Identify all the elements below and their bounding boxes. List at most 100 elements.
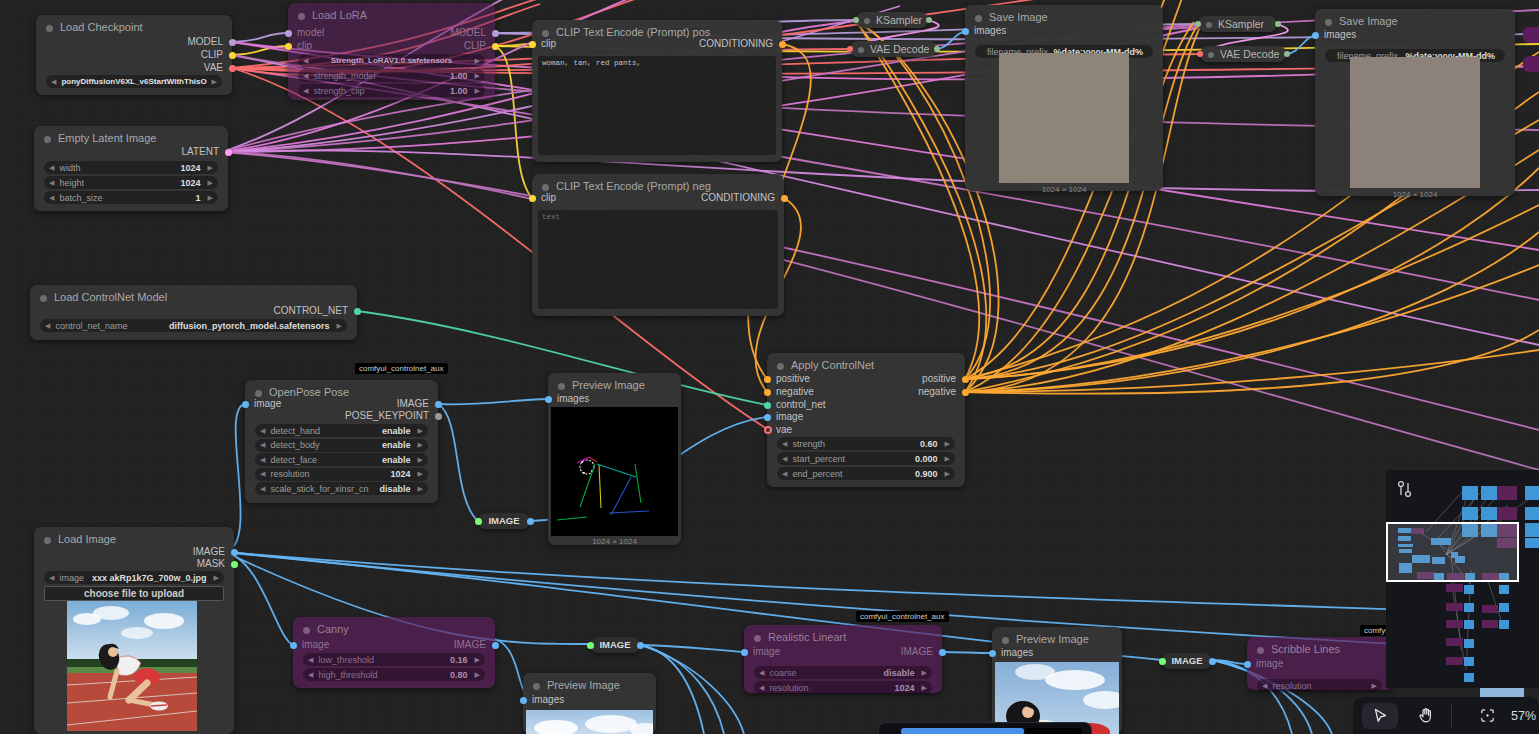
openpose-pose[interactable]: OpenPose PoseimageIMAGEPOSE_KEYPOINT◀det… xyxy=(245,380,438,503)
load-image[interactable]: Load ImageIMAGEMASK◀imagexxx akRp1k7G_70… xyxy=(34,527,234,734)
collapse-dot[interactable] xyxy=(975,15,982,22)
collapse-dot[interactable] xyxy=(754,635,761,642)
clip-text-encode-pos-input-clip[interactable]: clip xyxy=(532,38,556,50)
collapse-dot[interactable] xyxy=(1325,19,1332,26)
fit-view-button[interactable] xyxy=(1469,703,1505,729)
apply-controlnet-input-image[interactable]: image xyxy=(767,411,803,423)
minimap[interactable] xyxy=(1386,470,1539,688)
canny-widget-high_threshold[interactable]: ◀high_threshold0.80▶ xyxy=(303,668,485,681)
ksampler-1-in-dot[interactable] xyxy=(853,17,859,23)
openpose-pose-input-image[interactable]: image xyxy=(245,398,281,410)
apply-controlnet-output-positive[interactable]: positive xyxy=(922,373,965,385)
canny-input-image[interactable]: image xyxy=(293,639,329,651)
apply-controlnet-widget-start_percent[interactable]: ◀start_percent0.000▶ xyxy=(777,452,955,465)
collapse-dot[interactable] xyxy=(1002,637,1009,644)
preview-image-sky[interactable]: Preview Imageimages xyxy=(523,673,656,734)
collapse-dot[interactable] xyxy=(255,390,262,397)
vae-decode-2[interactable]: VAE Decode xyxy=(1200,46,1286,62)
load-checkpoint[interactable]: Load CheckpointMODELCLIPVAE◀ponyDiffusio… xyxy=(36,15,232,95)
empty-latent-image-widget-height[interactable]: ◀height1024▶ xyxy=(44,176,218,189)
clip-text-encode-neg[interactable]: CLIP Text Encode (Prompt) negclipCONDITI… xyxy=(532,174,784,316)
preview-image-woman[interactable]: Preview Imageimages xyxy=(992,627,1122,734)
vae-decode-1-out-dot[interactable] xyxy=(934,46,940,52)
vae-decode-1[interactable]: VAE Decode xyxy=(850,41,936,57)
load-controlnet-model[interactable]: Load ControlNet ModelCONTROL_NET◀control… xyxy=(30,285,357,340)
preview-image-sky-input-images[interactable]: images xyxy=(523,694,564,706)
load-checkpoint-output-MODEL[interactable]: MODEL xyxy=(187,36,232,48)
realistic-lineart-output-IMAGE[interactable]: IMAGE xyxy=(901,646,942,658)
load-controlnet-model-output-CONTROL_NET[interactable]: CONTROL_NET xyxy=(274,305,357,317)
collapse-dot[interactable] xyxy=(1208,52,1214,58)
openpose-pose-widget-resolution[interactable]: ◀resolution1024▶ xyxy=(255,468,428,481)
canny[interactable]: CannyimageIMAGE◀low_threshold0.16▶◀high_… xyxy=(293,617,495,688)
empty-latent-image-output-LATENT[interactable]: LATENT xyxy=(181,146,228,158)
collapse-dot[interactable] xyxy=(298,13,305,20)
bottom-menu-bar[interactable] xyxy=(878,722,1092,734)
openpose-pose-output-IMAGE[interactable]: IMAGE xyxy=(397,398,438,410)
realistic-lineart[interactable]: Realistic LineartimageIMAGE◀coarsedisabl… xyxy=(744,625,942,693)
save-image-1[interactable]: Save Imageimagesfilename_prefix%date:yyy… xyxy=(965,5,1163,191)
preview-image-pose[interactable]: Preview Imageimages 1024 × 1024 xyxy=(548,373,681,545)
collapse-dot[interactable] xyxy=(542,184,549,191)
canny-widget-low_threshold[interactable]: ◀low_threshold0.16▶ xyxy=(303,653,485,666)
load-controlnet-model-widget-control_net_name[interactable]: ◀control_net_namediffusion_pytorch_model… xyxy=(40,319,347,332)
load-lora-input-model[interactable]: model xyxy=(288,27,324,39)
ksampler-2[interactable]: KSampler xyxy=(1198,16,1277,32)
save-image-2-input-images[interactable]: images xyxy=(1315,29,1356,41)
collapse-dot[interactable] xyxy=(44,136,51,143)
collapse-dot[interactable] xyxy=(864,18,870,24)
reroute-image-1-in-dot[interactable] xyxy=(475,518,482,525)
scribble-lines-widget-resolution[interactable]: ◀resolution▶ xyxy=(1257,679,1382,692)
apply-controlnet-widget-end_percent[interactable]: ◀end_percent0.900▶ xyxy=(777,467,955,480)
reroute-image-3-out-dot[interactable] xyxy=(1209,658,1216,665)
clip-text-encode-pos-output-CONDITIONING[interactable]: CONDITIONING xyxy=(699,38,782,50)
load-checkpoint-output-CLIP[interactable]: CLIP xyxy=(201,49,232,61)
load-checkpoint-output-VAE[interactable]: VAE xyxy=(204,62,232,74)
realistic-lineart-input-image[interactable]: image xyxy=(744,646,780,658)
load-lora-output-CLIP[interactable]: CLIP xyxy=(464,40,495,52)
pan-tool-button[interactable] xyxy=(1407,703,1443,729)
collapse-dot[interactable] xyxy=(533,683,540,690)
apply-controlnet-input-positive[interactable]: positive xyxy=(767,373,810,385)
empty-latent-image-widget-width[interactable]: ◀width1024▶ xyxy=(44,161,218,174)
openpose-pose-output-POSE_KEYPOINT[interactable]: POSE_KEYPOINT xyxy=(345,410,438,422)
clip-text-encode-neg-text[interactable]: text xyxy=(538,210,778,309)
realistic-lineart-widget-coarse[interactable]: ◀coarsedisable▶ xyxy=(754,666,932,679)
apply-controlnet-output-negative[interactable]: negative xyxy=(918,386,965,398)
reroute-image-2-in-dot[interactable] xyxy=(587,642,594,649)
apply-controlnet-input-control_net[interactable]: control_net xyxy=(767,399,825,411)
empty-latent-image[interactable]: Empty Latent ImageLATENT◀width1024▶◀heig… xyxy=(34,126,228,211)
load-lora-input-clip[interactable]: clip xyxy=(288,40,312,52)
clip-text-encode-pos-text[interactable]: woman, tan, red pants, xyxy=(538,56,776,155)
empty-latent-image-widget-batch_size[interactable]: ◀batch_size1▶ xyxy=(44,191,218,204)
load-checkpoint-widget-0[interactable]: ◀ponyDiffusionV6XL_v6StartWithThisOne...… xyxy=(46,75,222,88)
preview-image-woman-input-images[interactable]: images xyxy=(992,647,1033,659)
collapse-dot[interactable] xyxy=(46,25,53,32)
clip-text-encode-neg-output-CONDITIONING[interactable]: CONDITIONING xyxy=(701,192,784,204)
vae-decode-2-in-dot[interactable] xyxy=(1197,51,1203,57)
load-image-upload-button[interactable]: choose file to upload xyxy=(44,586,224,601)
load-image-output-MASK[interactable]: MASK xyxy=(197,558,234,570)
apply-controlnet-widget-strength[interactable]: ◀strength0.60▶ xyxy=(777,437,955,450)
collapse-dot[interactable] xyxy=(1206,22,1212,28)
load-lora-widget-strength_model[interactable]: ◀strength_model1.00▶ xyxy=(298,69,485,82)
openpose-pose-widget-detect_body[interactable]: ◀detect_bodyenable▶ xyxy=(255,439,428,452)
load-image-widget-image[interactable]: ◀imagexxx akRp1k7G_700w_0.jpg▶ xyxy=(44,571,224,584)
apply-controlnet-input-negative[interactable]: negative xyxy=(767,386,814,398)
ksampler-1-out-dot[interactable] xyxy=(926,17,932,23)
preview-image-pose-input-images[interactable]: images xyxy=(548,393,589,405)
reroute-image-2-out-dot[interactable] xyxy=(637,642,644,649)
collapse-dot[interactable] xyxy=(303,627,310,634)
scribble-lines[interactable]: Scribble Linesimage◀resolution▶ xyxy=(1247,637,1392,690)
apply-controlnet-input-vae[interactable]: vae xyxy=(767,424,792,436)
collapse-dot[interactable] xyxy=(858,47,864,53)
load-lora[interactable]: Load LoRAmodelclipMODELCLIP◀Strength_LoR… xyxy=(288,3,495,100)
reroute-image-2[interactable]: IMAGE xyxy=(590,637,640,653)
load-lora-widget-0[interactable]: ◀Strength_LoRAV1.0.safetensors▶ xyxy=(298,54,485,67)
realistic-lineart-widget-resolution[interactable]: ◀resolution1024▶ xyxy=(754,681,932,694)
reroute-image-3[interactable]: IMAGE xyxy=(1162,653,1212,669)
reroute-image-1-out-dot[interactable] xyxy=(527,518,534,525)
clip-text-encode-pos[interactable]: CLIP Text Encode (Prompt) posclipCONDITI… xyxy=(532,20,782,162)
collapse-dot[interactable] xyxy=(40,295,47,302)
scribble-lines-input-image[interactable]: image xyxy=(1247,658,1283,670)
